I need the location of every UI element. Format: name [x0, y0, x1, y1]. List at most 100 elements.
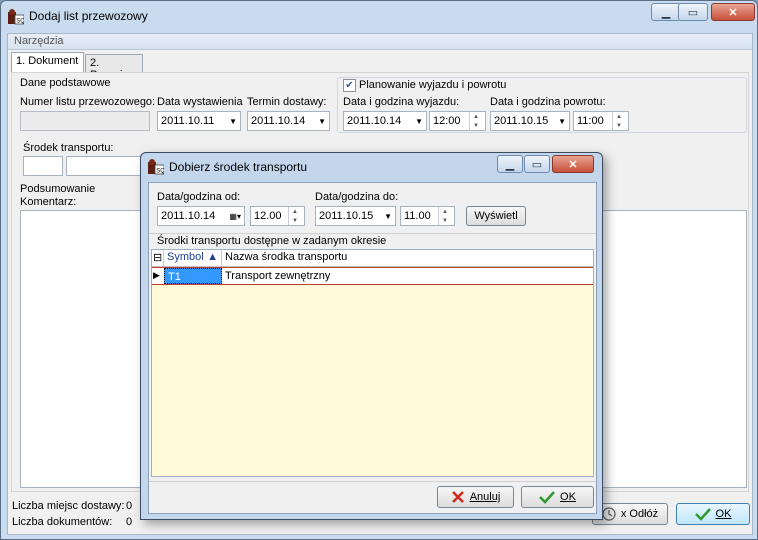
row-indicator-icon: ▶	[153, 270, 160, 280]
places-value: 0	[126, 500, 133, 512]
spinner-arrows-icon[interactable]: ▲ ▼	[288, 207, 301, 225]
transport-label: Środek transportu:	[23, 142, 114, 154]
check-icon: ✔	[345, 80, 354, 91]
from-date-value: 2011.10.14	[161, 210, 216, 222]
separator	[149, 481, 596, 482]
grid-header: ⊟ Symbol ▲ Nazwa środka transportu	[152, 250, 593, 267]
chevron-down-icon: ▼	[415, 116, 423, 126]
show-button-label: Wyświetl	[474, 210, 518, 222]
departure-time-spinner[interactable]: 12:00 ▲ ▼	[429, 111, 486, 131]
column-header-name-label: Nazwa środka transportu	[225, 251, 348, 263]
dialog-cancel-button-label: Anuluj	[469, 491, 501, 503]
to-time-value: 11.00	[404, 210, 431, 222]
spinner-arrows-icon[interactable]: ▲ ▼	[438, 207, 451, 225]
close-button[interactable]: ✕	[711, 3, 755, 21]
return-date-picker[interactable]: 2011.10.15 ▼	[490, 111, 570, 131]
chevron-down-icon: ▼	[384, 211, 392, 221]
select-transport-dialog: SQL Dobierz środek transportu ▁ ▭ ✕ Data…	[140, 152, 603, 520]
svg-text:SQL: SQL	[16, 19, 24, 25]
to-date-picker[interactable]: 2011.10.15 ▼	[315, 206, 396, 226]
basic-data-group-label: Dane podstawowe	[20, 77, 111, 89]
dialog-title: Dobierz środek transportu	[169, 160, 308, 174]
tab-document[interactable]: 1. Dokument	[11, 52, 84, 73]
spinner-arrows-icon[interactable]: ▲ ▼	[469, 112, 482, 130]
clock-icon	[602, 507, 616, 521]
docs-label: Liczba dokumentów:	[12, 516, 113, 528]
transport-name-field[interactable]	[66, 156, 146, 176]
main-ok-button[interactable]: OK	[676, 503, 750, 525]
table-row[interactable]: ▶ T1 Transport zewnętrzny	[152, 267, 593, 285]
dialog-cancel-button[interactable]: Anuluj	[437, 486, 514, 508]
departure-label: Data i godzina wyjazdu:	[343, 96, 460, 108]
transport-symbol-field[interactable]	[23, 156, 63, 176]
svg-text:SQL: SQL	[156, 169, 164, 175]
issue-date-picker[interactable]: 2011.10.11 ▼	[157, 111, 241, 131]
column-header-symbol-label: Symbol	[167, 251, 204, 263]
number-field[interactable]	[20, 111, 150, 131]
maximize-icon: ▭	[531, 158, 543, 171]
column-header-name[interactable]: Nazwa środka transportu	[222, 250, 593, 266]
checkmark-icon	[539, 491, 555, 504]
tab-items[interactable]: 2. Pozycje	[85, 54, 143, 81]
transport-grid: ⊟ Symbol ▲ Nazwa środka transportu ▶ T1 …	[151, 249, 594, 477]
issue-date-value: 2011.10.11	[161, 115, 215, 127]
app-logo-icon: SQL	[148, 159, 164, 175]
chevron-down-icon: ▼	[558, 116, 566, 126]
dialog-ok-button[interactable]: OK	[521, 486, 594, 508]
summary-label: Podsumowanie	[20, 183, 96, 195]
cell-symbol[interactable]: T1	[164, 268, 222, 284]
app-logo-icon: SQL	[8, 9, 24, 25]
departure-time-value: 12:00	[433, 115, 461, 127]
to-time-spinner[interactable]: 11.00 ▲ ▼	[400, 206, 455, 226]
chevron-down-icon: ▼	[229, 116, 237, 126]
return-date-value: 2011.10.15	[494, 115, 549, 127]
places-label: Liczba miejsc dostawy:	[12, 500, 125, 512]
main-ok-button-label: OK	[715, 508, 732, 520]
sort-ascending-icon: ▲	[207, 251, 218, 263]
grid-group-label: Środki transportu dostępne w zadanym okr…	[157, 235, 387, 247]
docs-value: 0	[126, 516, 133, 528]
from-time-value: 12.00	[254, 210, 282, 222]
show-button[interactable]: Wyświetl	[466, 206, 526, 226]
tab-document-label: 1. Dokument	[16, 55, 79, 67]
dialog-maximize-button[interactable]: ▭	[524, 155, 550, 173]
maximize-button[interactable]: ▭	[678, 3, 708, 21]
delivery-date-picker[interactable]: 2011.10.14 ▼	[247, 111, 330, 131]
dialog-ok-button-label: OK	[560, 491, 576, 503]
menu-bar: Narzędzia	[8, 34, 752, 50]
from-label: Data/godzina od:	[157, 191, 241, 203]
to-label: Data/godzina do:	[315, 191, 399, 203]
maximize-icon: ▭	[687, 6, 699, 19]
minimize-button[interactable]: ▁	[651, 3, 681, 21]
return-time-spinner[interactable]: 11:00 ▲ ▼	[573, 111, 629, 131]
departure-date-picker[interactable]: 2011.10.14 ▼	[343, 111, 427, 131]
grid-menu-icon[interactable]: ⊟	[152, 250, 164, 266]
cancel-x-icon	[451, 491, 464, 503]
delivery-date-label: Termin dostawy:	[247, 96, 327, 108]
dialog-client-area: Data/godzina od: 2011.10.14 ▦▾ 12.00 ▲ ▼ …	[148, 182, 597, 514]
number-label: Numer listu przewozowego:	[20, 96, 156, 108]
from-time-spinner[interactable]: 12.00 ▲ ▼	[250, 206, 305, 226]
planning-checkbox[interactable]: ✔	[343, 79, 356, 92]
close-icon: ✕	[568, 158, 578, 171]
menu-tools[interactable]: Narzędzia	[14, 35, 64, 47]
cell-name[interactable]: Transport zewnętrzny	[222, 268, 593, 284]
departure-date-value: 2011.10.14	[347, 115, 402, 127]
return-time-value: 11:00	[577, 115, 604, 127]
spinner-arrows-icon[interactable]: ▲ ▼	[612, 112, 625, 130]
from-date-picker[interactable]: 2011.10.14 ▦▾	[157, 206, 245, 226]
return-label: Data i godzina powrotu:	[490, 96, 606, 108]
minimize-icon: ▁	[505, 158, 515, 171]
delivery-date-value: 2011.10.14	[251, 115, 306, 127]
column-header-symbol[interactable]: Symbol ▲	[164, 250, 222, 266]
chevron-down-icon: ▼	[318, 116, 326, 126]
issue-date-label: Data wystawienia	[157, 96, 243, 108]
dialog-minimize-button[interactable]: ▁	[497, 155, 523, 173]
reject-button[interactable]: x Odłóż	[592, 503, 668, 525]
dialog-close-button[interactable]: ✕	[552, 155, 594, 173]
close-icon: ✕	[728, 6, 738, 19]
checkmark-icon	[694, 508, 711, 521]
reject-button-label: x Odłóż	[620, 508, 659, 520]
minimize-icon: ▁	[661, 6, 671, 19]
window-title: Dodaj list przewozowy	[29, 9, 148, 23]
